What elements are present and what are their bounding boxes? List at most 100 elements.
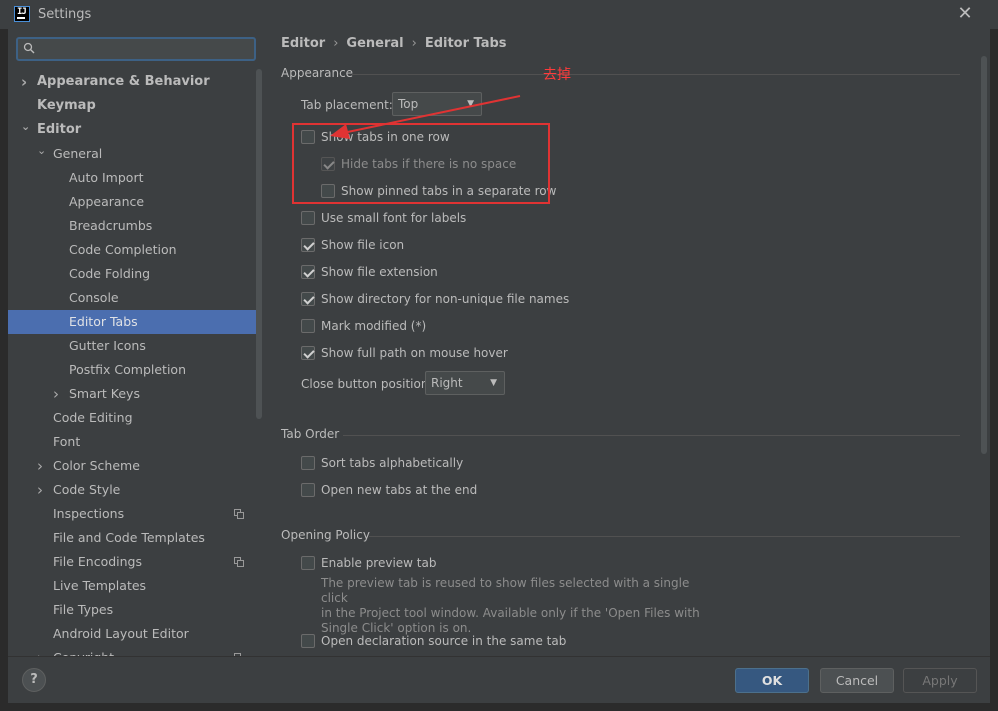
sidebar-item-code-style[interactable]: › Code Style (8, 478, 256, 502)
sidebar-item-label: Code Editing (53, 410, 133, 425)
breadcrumb-item: Editor Tabs (424, 36, 507, 51)
sidebar-item-label: Android Layout Editor (53, 626, 189, 641)
breadcrumb-separator: › (333, 36, 339, 51)
sidebar-item-color-scheme[interactable]: › Color Scheme (8, 454, 256, 478)
help-button[interactable]: ? (22, 668, 46, 692)
sidebar-item-code-editing[interactable]: Code Editing (8, 406, 256, 430)
option-label: Show file extension (321, 265, 438, 279)
chevron-right-icon[interactable]: › (37, 478, 49, 502)
checkbox-unchecked[interactable] (301, 483, 315, 497)
checkbox-checked[interactable] (301, 238, 315, 252)
breadcrumb-item: Editor (281, 36, 326, 51)
dialog-footer: ? OK Cancel Apply (8, 656, 990, 703)
sidebar-item-label: Postfix Completion (69, 362, 186, 377)
checkbox-checked[interactable] (301, 292, 315, 306)
sidebar-item-editor-tabs[interactable]: Editor Tabs (8, 310, 256, 334)
cancel-button[interactable]: Cancel (820, 668, 894, 693)
sidebar-item-gutter-icons[interactable]: Gutter Icons (8, 334, 256, 358)
project-settings-icon (234, 557, 244, 567)
search-icon (23, 42, 35, 54)
project-settings-icon (234, 509, 244, 519)
section-divider (343, 435, 960, 436)
option-label: Mark modified (*) (321, 319, 427, 333)
sidebar-item-label: General (53, 146, 103, 161)
annotation-text: 去掉 (543, 67, 571, 83)
section-tab-order-title: Tab Order (281, 427, 340, 441)
checkbox-checked[interactable] (301, 265, 315, 279)
option-label: Open new tabs at the end (321, 483, 478, 497)
annotation-arrow-icon (330, 95, 521, 139)
sidebar-item-file-encodings[interactable]: File Encodings (8, 550, 256, 574)
sidebar-item-code-folding[interactable]: Code Folding (8, 262, 256, 286)
sidebar-item-label: Live Templates (53, 578, 147, 593)
chevron-right-icon[interactable]: › (37, 646, 49, 656)
sidebar-item-inspections[interactable]: Inspections (8, 502, 256, 526)
chevron-right-icon[interactable]: › (53, 382, 65, 406)
option-label: Show full path on mouse hover (321, 346, 508, 360)
search-input[interactable] (16, 37, 256, 61)
checkbox-unchecked[interactable] (301, 456, 315, 470)
sidebar-item-android-layout-editor[interactable]: Android Layout Editor (8, 622, 256, 646)
sidebar-item-label: Code Folding (69, 266, 151, 281)
sidebar-item-label: Console (69, 290, 119, 305)
sidebar-item-label: Appearance (69, 194, 145, 209)
breadcrumb-item: General (346, 36, 404, 51)
sidebar-item-file-and-code-templates[interactable]: File and Code Templates (8, 526, 256, 550)
sidebar-item-label: Appearance & Behavior (37, 74, 210, 89)
sidebar-item-font[interactable]: Font (8, 430, 256, 454)
sidebar-item-label: File Types (53, 602, 114, 617)
close-icon[interactable]: ✕ (954, 3, 976, 25)
window-edge (0, 703, 998, 711)
preview-tab-description: The preview tab is reused to show files … (321, 576, 700, 635)
close-button-position-dropdown[interactable]: Right ▼ (425, 371, 505, 395)
option-label: Sort tabs alphabetically (321, 456, 464, 470)
sidebar-item-label: Editor Tabs (69, 314, 138, 329)
sidebar-item-label: Copyright (53, 646, 114, 656)
sidebar-item-label: Color Scheme (53, 458, 140, 473)
sidebar-item-auto-import[interactable]: Auto Import (8, 166, 256, 190)
checkbox-checked[interactable] (301, 346, 315, 360)
sidebar-item-general[interactable]: ⌄ General (8, 142, 256, 166)
chevron-right-icon[interactable]: › (37, 454, 49, 478)
sidebar-item-label: Gutter Icons (69, 338, 146, 353)
option-label: Use small font for labels (321, 211, 467, 225)
checkbox-unchecked[interactable] (301, 319, 315, 333)
sidebar-scrollbar[interactable] (256, 69, 262, 419)
intellij-app-icon: IJ (14, 6, 30, 22)
sidebar-item-smart-keys[interactable]: › Smart Keys (8, 382, 256, 406)
option-label: Show directory for non-unique file names (321, 292, 570, 306)
section-divider (352, 74, 960, 75)
sidebar-item-copyright[interactable]: › Copyright (8, 646, 256, 656)
sidebar-item-label: Auto Import (69, 170, 144, 185)
section-appearance-title: Appearance (281, 66, 354, 80)
checkbox-unchecked[interactable] (301, 211, 315, 225)
sidebar-item-keymap[interactable]: Keymap (8, 94, 256, 118)
checkbox[interactable] (301, 556, 315, 570)
sidebar-item-breadcrumbs[interactable]: Breadcrumbs (8, 214, 256, 238)
checkbox[interactable] (301, 634, 315, 648)
content-scrollbar[interactable] (981, 56, 987, 454)
sidebar-item-label: Font (53, 434, 81, 449)
sidebar-item-label: Breadcrumbs (69, 218, 153, 233)
sidebar-item-label: File and Code Templates (53, 530, 205, 545)
sidebar-item-file-types[interactable]: File Types (8, 598, 256, 622)
sidebar-item-console[interactable]: Console (8, 286, 256, 310)
sidebar-item-label: Keymap (37, 98, 96, 113)
sidebar-item-label: Code Completion (69, 242, 177, 257)
apply-button[interactable]: Apply (903, 668, 977, 693)
sidebar-item-appearance-behavior[interactable]: › Appearance & Behavior (8, 70, 256, 94)
ok-button[interactable]: OK (735, 668, 809, 693)
settings-sidebar: › Appearance & Behavior Keymap ⌄ Editor ⌄ Gene… (8, 29, 264, 656)
sidebar-item-postfix-completion[interactable]: Postfix Completion (8, 358, 256, 382)
window-title: Settings (38, 7, 92, 22)
chevron-right-icon[interactable]: › (21, 70, 33, 94)
sidebar-item-code-completion[interactable]: Code Completion (8, 238, 256, 262)
chevron-down-icon[interactable]: ⌄ (21, 115, 33, 139)
option-label: Show file icon (321, 238, 405, 252)
section-opening-policy-title: Opening Policy (281, 528, 370, 542)
chevron-down-icon[interactable]: ⌄ (37, 139, 49, 163)
sidebar-item-live-templates[interactable]: Live Templates (8, 574, 256, 598)
sidebar-item-appearance[interactable]: Appearance (8, 190, 256, 214)
sidebar-item-label: File Encodings (53, 554, 143, 569)
close-button-position-label: Close button position: (301, 377, 433, 391)
